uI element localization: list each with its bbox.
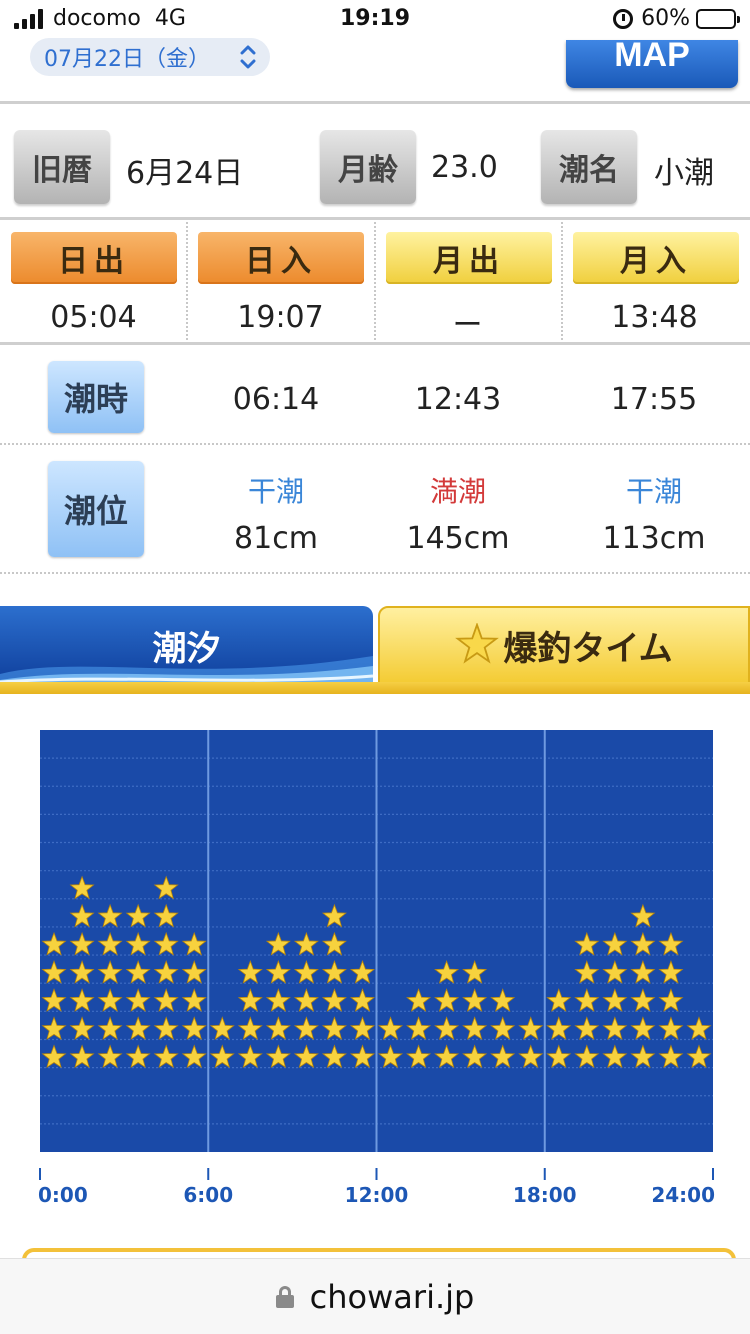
row-divider: [0, 572, 750, 574]
date-select[interactable]: 07月22日（金）: [30, 38, 270, 76]
moonrise-time: ー: [452, 308, 483, 343]
tab-tide-label: 潮汐: [152, 628, 221, 669]
x-tick-label: 6:00: [183, 1183, 233, 1207]
sunset-label: 日入: [198, 232, 364, 284]
row-divider: [0, 443, 750, 445]
chevron-updown-icon: [240, 45, 256, 69]
moon-age-value: 23.0: [431, 150, 498, 185]
lock-icon: [275, 1285, 294, 1308]
divider: [0, 217, 750, 220]
map-button[interactable]: MAP: [566, 40, 738, 88]
tide-level-label: 潮位: [48, 461, 144, 557]
tide-time-2: 12:43: [414, 382, 502, 417]
tide-name-label: 潮名: [541, 130, 637, 204]
tide-type-2: 満潮: [429, 475, 486, 508]
moonset-time: 13:48: [611, 300, 698, 335]
divider: [0, 342, 750, 345]
sunrise-label: 日出: [11, 232, 177, 284]
tab-fishing-time-label: 爆釣タイム: [503, 628, 673, 669]
tide-type-1: 干潮: [247, 475, 304, 508]
date-value: 07月22日（金）: [44, 47, 210, 72]
tide-name-value: 小潮: [654, 156, 714, 191]
tide-time-1: 06:14: [232, 382, 320, 417]
kyureki-value: 6月24日: [126, 156, 244, 191]
tide-type-3: 干潮: [625, 475, 682, 508]
tab-tide[interactable]: 潮汐: [0, 606, 373, 684]
alarm-icon: [613, 8, 634, 29]
x-tick-label: 12:00: [345, 1183, 409, 1207]
sunrise-time: 05:04: [50, 300, 137, 335]
tide-level-1: 81cm: [234, 521, 318, 556]
column-divider: [374, 222, 376, 340]
tab-fishing-time[interactable]: 爆釣タイム: [378, 606, 750, 684]
tide-level-2: 145cm: [406, 521, 510, 556]
column-divider: [561, 222, 563, 340]
kyureki-label: 旧暦: [14, 130, 110, 204]
moon-age-label: 月齢: [320, 130, 416, 204]
x-tick-label: 18:00: [513, 1183, 577, 1207]
tide-level-3: 113cm: [602, 521, 706, 556]
column-divider: [186, 222, 188, 340]
status-bar: docomo 4G 19:19 60%: [0, 0, 750, 40]
moonrise-label: 月出: [386, 232, 552, 284]
sunset-time: 19:07: [237, 300, 324, 335]
tide-time-3: 17:55: [610, 382, 698, 417]
status-right: 60%: [613, 6, 740, 31]
star-icon: [455, 623, 500, 664]
fishing-time-chart: [40, 730, 713, 1152]
tide-time-label: 潮時: [48, 361, 144, 433]
url-bar[interactable]: chowari.jp: [0, 1258, 750, 1334]
x-tick-label: 0:00: [38, 1183, 88, 1207]
battery-percent: 60%: [641, 6, 690, 31]
x-tick-label: 24:00: [651, 1183, 715, 1207]
url-text: chowari.jp: [309, 1277, 475, 1316]
chart-x-axis: 0:00 6:00 12:00 18:00 24:00: [38, 1168, 715, 1207]
moonset-label: 月入: [573, 232, 739, 284]
divider: [0, 101, 750, 104]
tab-underline: [0, 682, 750, 694]
battery-icon: [696, 8, 740, 29]
